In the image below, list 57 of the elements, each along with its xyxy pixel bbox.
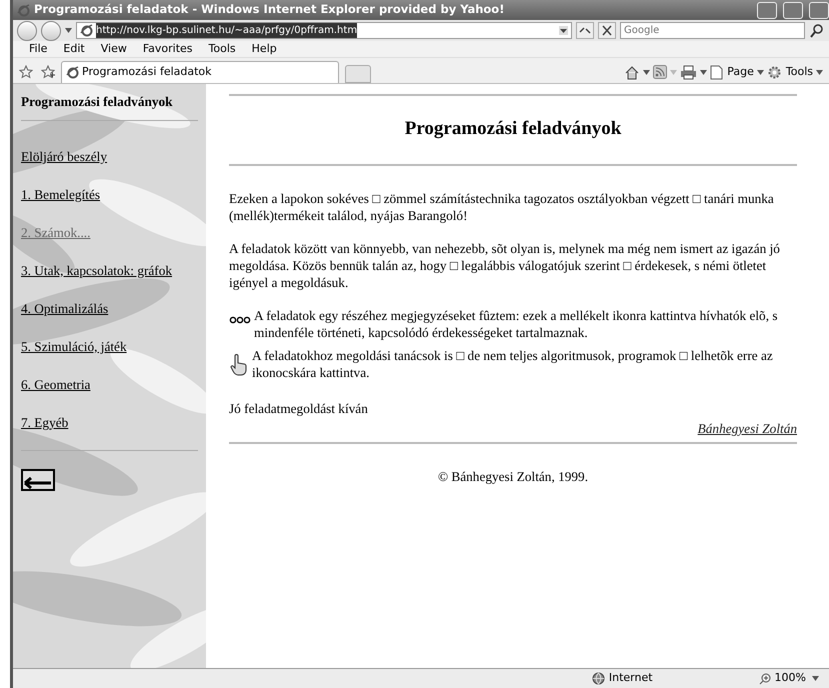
- menu-item[interactable]: Favorites: [142, 40, 193, 58]
- zoom-control[interactable]: 100%: [758, 670, 806, 687]
- menu-item[interactable]: File: [29, 40, 48, 58]
- paragraph: Ezeken a lapokon sokéves □ zömmel számítástechnika tagozatos osztályokban végzett □ tanári munka (mellék)termékeit találod, nyájas Barangoló!: [229, 190, 775, 224]
- browser-tab[interactable]: Programozási feladatok: [61, 61, 339, 83]
- search-field[interactable]: Google: [620, 22, 805, 39]
- search-icon[interactable]: [809, 22, 825, 38]
- star-icon[interactable]: [19, 65, 33, 79]
- author-link[interactable]: Bánhegyesi Zoltán: [698, 420, 797, 436]
- back-button[interactable]: [17, 20, 37, 40]
- dropdown-icon[interactable]: [812, 676, 819, 681]
- sidebar-link[interactable]: 3. Utak, kapcsolatok: gráfok: [21, 260, 172, 281]
- dropdown-icon[interactable]: [559, 26, 568, 35]
- sidebar-link[interactable]: 1. Bemelegítés: [21, 184, 100, 205]
- zone-indicator: Internet: [592, 670, 653, 687]
- closing-text: Jó feladatmegoldást kíván: [229, 400, 368, 416]
- feed-icon[interactable]: [653, 65, 668, 79]
- ie-icon: [80, 24, 93, 37]
- sidebar-link[interactable]: 7. Egyéb: [21, 412, 68, 432]
- dropdown-icon[interactable]: [65, 28, 72, 33]
- gear-icon: [766, 64, 782, 80]
- window-title: Programozási feladatok - Windows Internet Explorer provided by Yahoo!: [34, 1, 504, 18]
- forward-button[interactable]: [41, 20, 61, 40]
- menu-item[interactable]: View: [100, 40, 127, 58]
- menu-item[interactable]: Help: [252, 40, 277, 58]
- address-field[interactable]: http://nov.lkg-bp.sulinet.hu/~aaa/prfgy/0pffram.htm: [76, 22, 572, 39]
- tools-menu[interactable]: Tools: [766, 64, 813, 80]
- menu-item[interactable]: Edit: [63, 40, 85, 58]
- sidebar-link[interactable]: 6. Geometria: [21, 374, 90, 395]
- maximize-button[interactable]: [783, 2, 803, 18]
- sidebar-link[interactable]: 5. Szimuláció, játék: [21, 336, 127, 357]
- dropdown-icon[interactable]: [643, 70, 650, 74]
- sidebar-link[interactable]: 4. Optimalizálás: [21, 298, 108, 319]
- page-icon: [710, 64, 724, 80]
- paragraph: A feladatok között van könnyebb, van nehezebb, sõt olyan is, melynek ma még nem ismert az igazán jó megoldása. Közös bennük talán az, hogy □ legalábbis válogatójuk szerint □ érdekesek, s némi ötletet igényel a megoldásuk.: [229, 240, 781, 291]
- close-button[interactable]: [809, 2, 829, 18]
- copyright-text: © Bánhegyesi Zoltán, 1999.: [438, 468, 588, 484]
- home-icon[interactable]: [624, 64, 640, 80]
- ie-icon: [17, 4, 30, 16]
- page-heading: Programozási feladványok: [404, 118, 622, 141]
- zoom-icon: [758, 672, 771, 684]
- minimize-button[interactable]: [757, 2, 777, 18]
- star-plus-icon[interactable]: [41, 65, 55, 79]
- stop-icon[interactable]: [598, 22, 616, 39]
- sidebar-title: Programozási feladványok: [21, 94, 174, 110]
- dropdown-icon[interactable]: [700, 70, 708, 74]
- ie-icon: [66, 66, 79, 79]
- note-text: A feladatok egy részéhez megjegyzéseket fûztem: ezek a mellékelt ikonra kattintva hívhatók elõ, s mindenféle történeti, kapcsolódó érdekességeket tartalmaznak.: [254, 306, 779, 341]
- sidebar-link[interactable]: 2. Számok....: [21, 222, 90, 243]
- print-icon[interactable]: [680, 64, 698, 80]
- menu-item[interactable]: Tools: [208, 40, 236, 58]
- globe-icon: [592, 672, 605, 685]
- pointing-hand-icon[interactable]: [229, 352, 249, 377]
- note-text: A feladatokhoz megoldási tanácsok is □ de nem teljes algoritmusok, programok □ lelhetõk erre az ikonocskára kattintva.: [252, 346, 774, 381]
- page-menu[interactable]: Page: [710, 64, 754, 80]
- dropdown-icon[interactable]: [816, 70, 823, 74]
- dropdown-icon[interactable]: [756, 70, 764, 74]
